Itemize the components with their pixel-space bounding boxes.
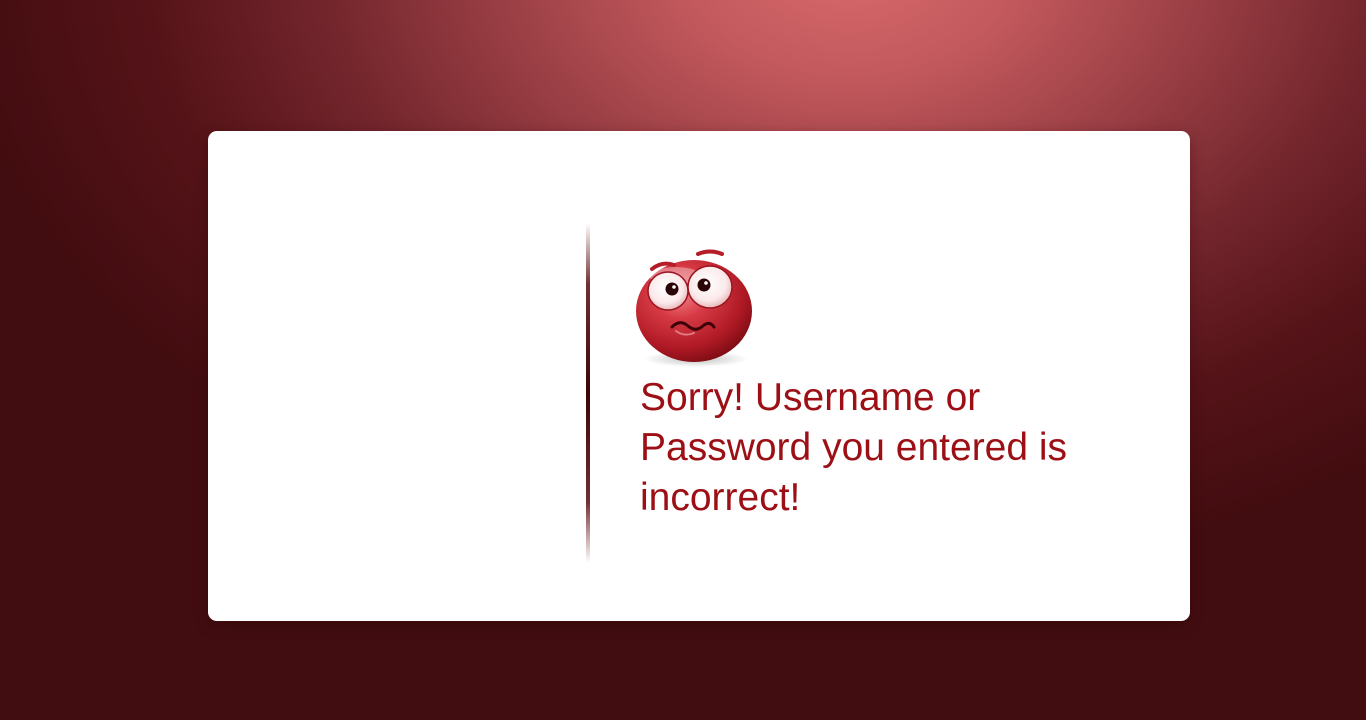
empty-panel [208, 131, 586, 621]
confused-emoticon-icon [628, 241, 768, 371]
error-message: Sorry! Username or Password you entered … [640, 376, 1068, 519]
error-card: Sorry! Username or Password you entered … [208, 131, 1190, 621]
vertical-divider [586, 223, 590, 563]
